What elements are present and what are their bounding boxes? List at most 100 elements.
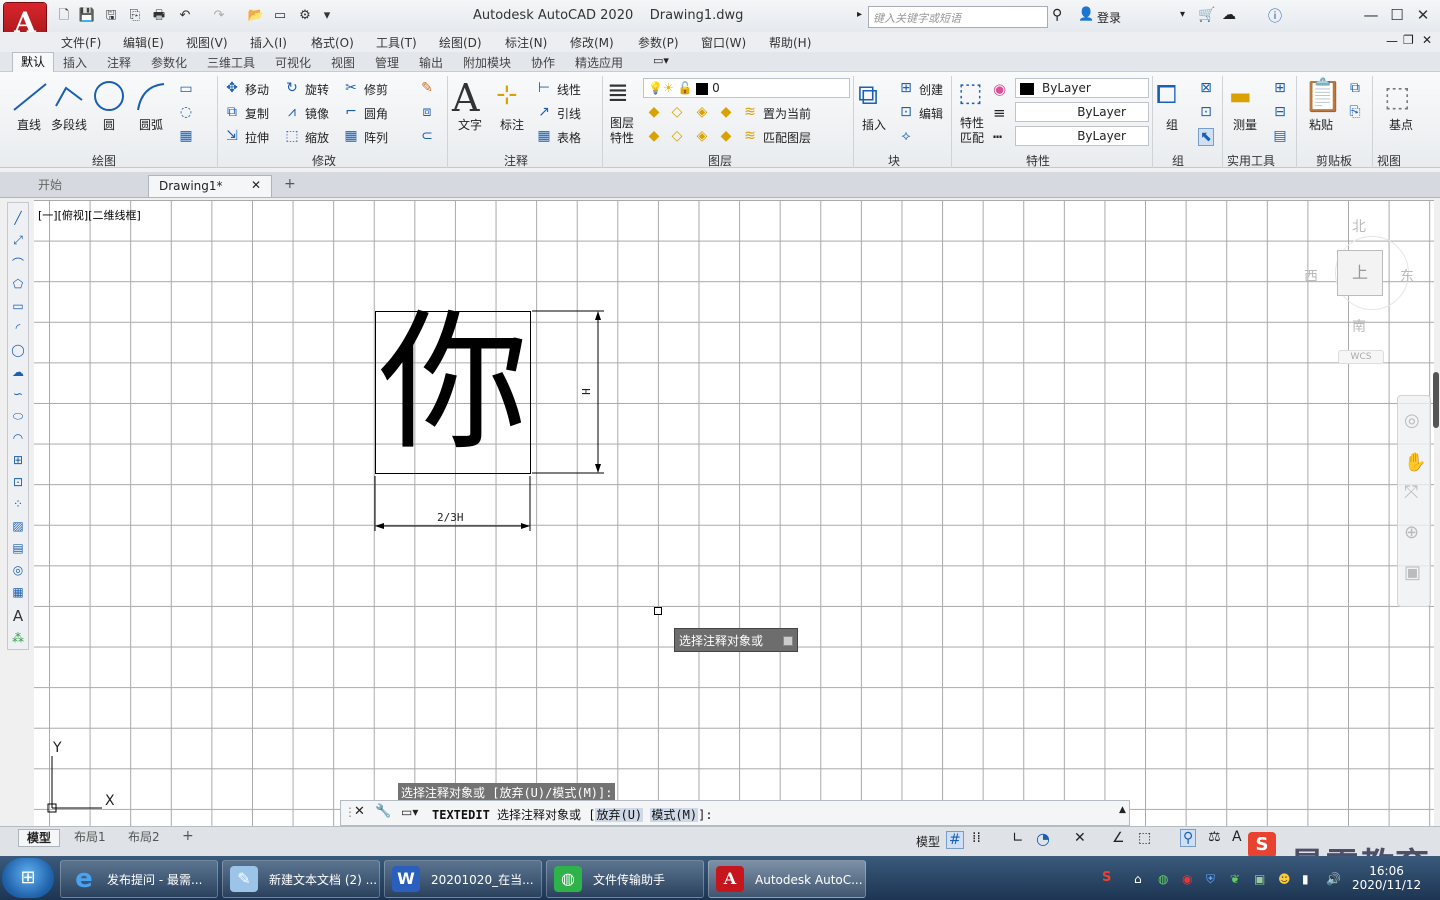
ungroup-icon[interactable]: ⊠ — [1198, 80, 1214, 96]
layer-tool-icon[interactable]: ◈ — [694, 128, 710, 144]
add-selected-tool-icon[interactable]: ⁂ — [8, 631, 28, 645]
compass-south[interactable]: 南 — [1352, 316, 1366, 336]
edit-block-button[interactable]: 编辑 — [919, 105, 943, 122]
panel-modify-title[interactable]: 修改 — [312, 152, 336, 169]
user-icon[interactable]: 👤 — [1078, 7, 1094, 22]
tray-network-icon[interactable]: ▮ — [1302, 872, 1309, 886]
pan-icon[interactable]: ✋ — [1404, 452, 1426, 473]
panel-clipboard-title[interactable]: 剪贴板 — [1316, 152, 1352, 169]
copy-clip-icon[interactable]: ⎘ — [1347, 104, 1363, 120]
menu-help[interactable]: 帮助(H) — [769, 34, 811, 51]
linear-button[interactable]: 线性 — [557, 81, 581, 98]
menu-modify[interactable]: 修改(M) — [570, 34, 614, 51]
login-dropdown-icon[interactable]: ▾ — [1180, 9, 1185, 20]
hatch-icon[interactable]: ◌ — [178, 104, 194, 120]
panel-view-title[interactable]: 视图 — [1377, 152, 1401, 169]
group-edit-icon[interactable]: ⊡ — [1198, 104, 1214, 120]
paste-icon[interactable]: 📋 — [1303, 76, 1343, 114]
leader-button[interactable]: 引线 — [557, 105, 581, 122]
binoculars-icon[interactable]: ⚲ — [1052, 7, 1062, 23]
login-link[interactable]: 登录 — [1097, 9, 1121, 26]
sogou-input-icon[interactable]: S — [1248, 832, 1276, 858]
menu-edit[interactable]: 编辑(E) — [123, 34, 164, 51]
tab-featured-apps[interactable]: 精选应用 — [575, 54, 623, 71]
panel-properties-title[interactable]: 特性 — [1026, 152, 1050, 169]
print-icon[interactable]: 🖶 — [150, 7, 168, 25]
dimension-text-w[interactable]: 2/3H — [437, 511, 464, 524]
rectangle-icon[interactable]: ▭ — [178, 81, 194, 97]
drawn-character[interactable]: 你 — [376, 300, 531, 468]
match-properties-icon[interactable]: ⬚ — [958, 78, 983, 108]
layout-tab-1[interactable]: 布局1 — [66, 829, 114, 847]
wrench-icon[interactable]: 🔧 — [375, 804, 391, 819]
panel-annotation-title[interactable]: 注释 — [504, 152, 528, 169]
stretch-button[interactable]: 拉伸 — [245, 129, 269, 146]
match-layer-button[interactable]: 匹配图层 — [763, 129, 811, 146]
osnap-tracking-icon[interactable]: ✕ — [1074, 830, 1086, 846]
spline-tool-icon[interactable]: ∽ — [8, 387, 28, 401]
compass-east[interactable]: 东 — [1400, 266, 1414, 286]
tab-start[interactable]: 开始 — [28, 175, 143, 197]
layout-tab-model[interactable]: 模型 — [18, 829, 61, 847]
recent-commands-icon[interactable]: ▭▾ — [401, 805, 418, 819]
layer-tool-icon[interactable]: ◇ — [669, 104, 685, 120]
steering-wheel-icon[interactable]: ◎ — [1404, 410, 1420, 431]
insert-block-tool-icon[interactable]: ⊞ — [8, 453, 28, 467]
arc-button[interactable]: 圆弧 — [139, 116, 163, 133]
layer-tool-icon[interactable]: ◆ — [718, 128, 734, 144]
measure-button[interactable]: 测量 — [1233, 116, 1257, 133]
auto-scale-icon[interactable]: ⚖ — [1208, 829, 1221, 845]
cut-icon[interactable]: ⧉ — [1347, 80, 1363, 96]
menu-insert[interactable]: 插入(I) — [250, 34, 287, 51]
share-icon[interactable]: ▭ — [271, 7, 289, 25]
layer-tool-icon[interactable]: ◇ — [669, 128, 685, 144]
polyline-icon[interactable] — [52, 80, 88, 114]
viewcube-top-face[interactable]: 上 — [1337, 250, 1383, 296]
table-button[interactable]: 表格 — [557, 129, 581, 146]
cmd-history-up-icon[interactable]: ▲ — [1119, 805, 1126, 815]
gradient-tool-icon[interactable]: ▤ — [8, 541, 28, 555]
menu-file[interactable]: 文件(F) — [61, 34, 101, 51]
tab-manage[interactable]: 管理 — [375, 54, 399, 71]
layer-dropdown[interactable]: 💡☀ 🔓 0 — [643, 78, 850, 98]
doc-restore-icon[interactable]: ❐ — [1403, 33, 1414, 47]
trim-button[interactable]: 修剪 — [364, 81, 388, 98]
point-tool-icon[interactable]: ⁘ — [8, 497, 28, 511]
move-button[interactable]: 移动 — [245, 81, 269, 98]
tray-volume-icon[interactable]: 🔊 — [1326, 872, 1341, 886]
menu-parametric[interactable]: 参数(P) — [638, 34, 679, 51]
cart-icon[interactable]: 🛒 — [1198, 7, 1215, 23]
viewport-controls[interactable]: [一][俯视][二维线框] — [38, 207, 141, 223]
layer-tool-icon[interactable]: ◆ — [646, 128, 662, 144]
circle-tool-icon[interactable]: ◯ — [8, 343, 28, 357]
polar-icon[interactable]: ◔ — [1036, 829, 1050, 848]
a360-icon[interactable]: ☁ — [1222, 7, 1236, 23]
tray-shield-icon[interactable]: ⛨ — [1206, 872, 1215, 887]
tray-wechat-icon[interactable]: ◍ — [1158, 872, 1168, 886]
measure-icon[interactable]: ▬ — [1229, 82, 1252, 110]
dimension-text-h[interactable]: H — [580, 388, 593, 395]
line-tool-icon[interactable]: ╱ — [8, 211, 28, 225]
doc-minimize-icon[interactable]: — — [1386, 34, 1398, 48]
menu-format[interactable]: 格式(O) — [311, 34, 354, 51]
drawing-canvas[interactable] — [34, 200, 1434, 826]
new-tab-icon[interactable]: + — [284, 176, 296, 192]
attribute-icon[interactable]: ⟡ — [898, 128, 914, 144]
lineweight-dropdown[interactable]: ByLayer — [1015, 102, 1149, 122]
id-point-icon[interactable]: ⊟ — [1272, 104, 1288, 120]
help-icon[interactable]: ⓘ — [1268, 6, 1282, 26]
ribbon-toggle-icon[interactable]: ▭▾ — [653, 54, 669, 67]
layer-tool-icon[interactable]: ◆ — [718, 104, 734, 120]
panel-groups-title[interactable]: 组 — [1172, 152, 1184, 169]
maximize-button[interactable]: ☐ — [1384, 4, 1410, 26]
panel-utilities-title[interactable]: 实用工具 — [1227, 152, 1275, 169]
line-icon[interactable] — [10, 80, 50, 114]
dimension-button[interactable]: 标注 — [500, 116, 524, 133]
arc-icon[interactable] — [134, 80, 168, 114]
ortho-icon[interactable]: ∟ — [1012, 830, 1024, 846]
tray-app-icon[interactable]: ⌂ — [1134, 872, 1142, 886]
showmotion-icon[interactable]: ▣ — [1404, 562, 1421, 583]
arc-tool-icon[interactable]: ◜ — [8, 321, 28, 335]
hatch-tool-icon[interactable]: ▨ — [8, 519, 28, 533]
tray-sogou-icon[interactable]: S — [1102, 870, 1111, 885]
